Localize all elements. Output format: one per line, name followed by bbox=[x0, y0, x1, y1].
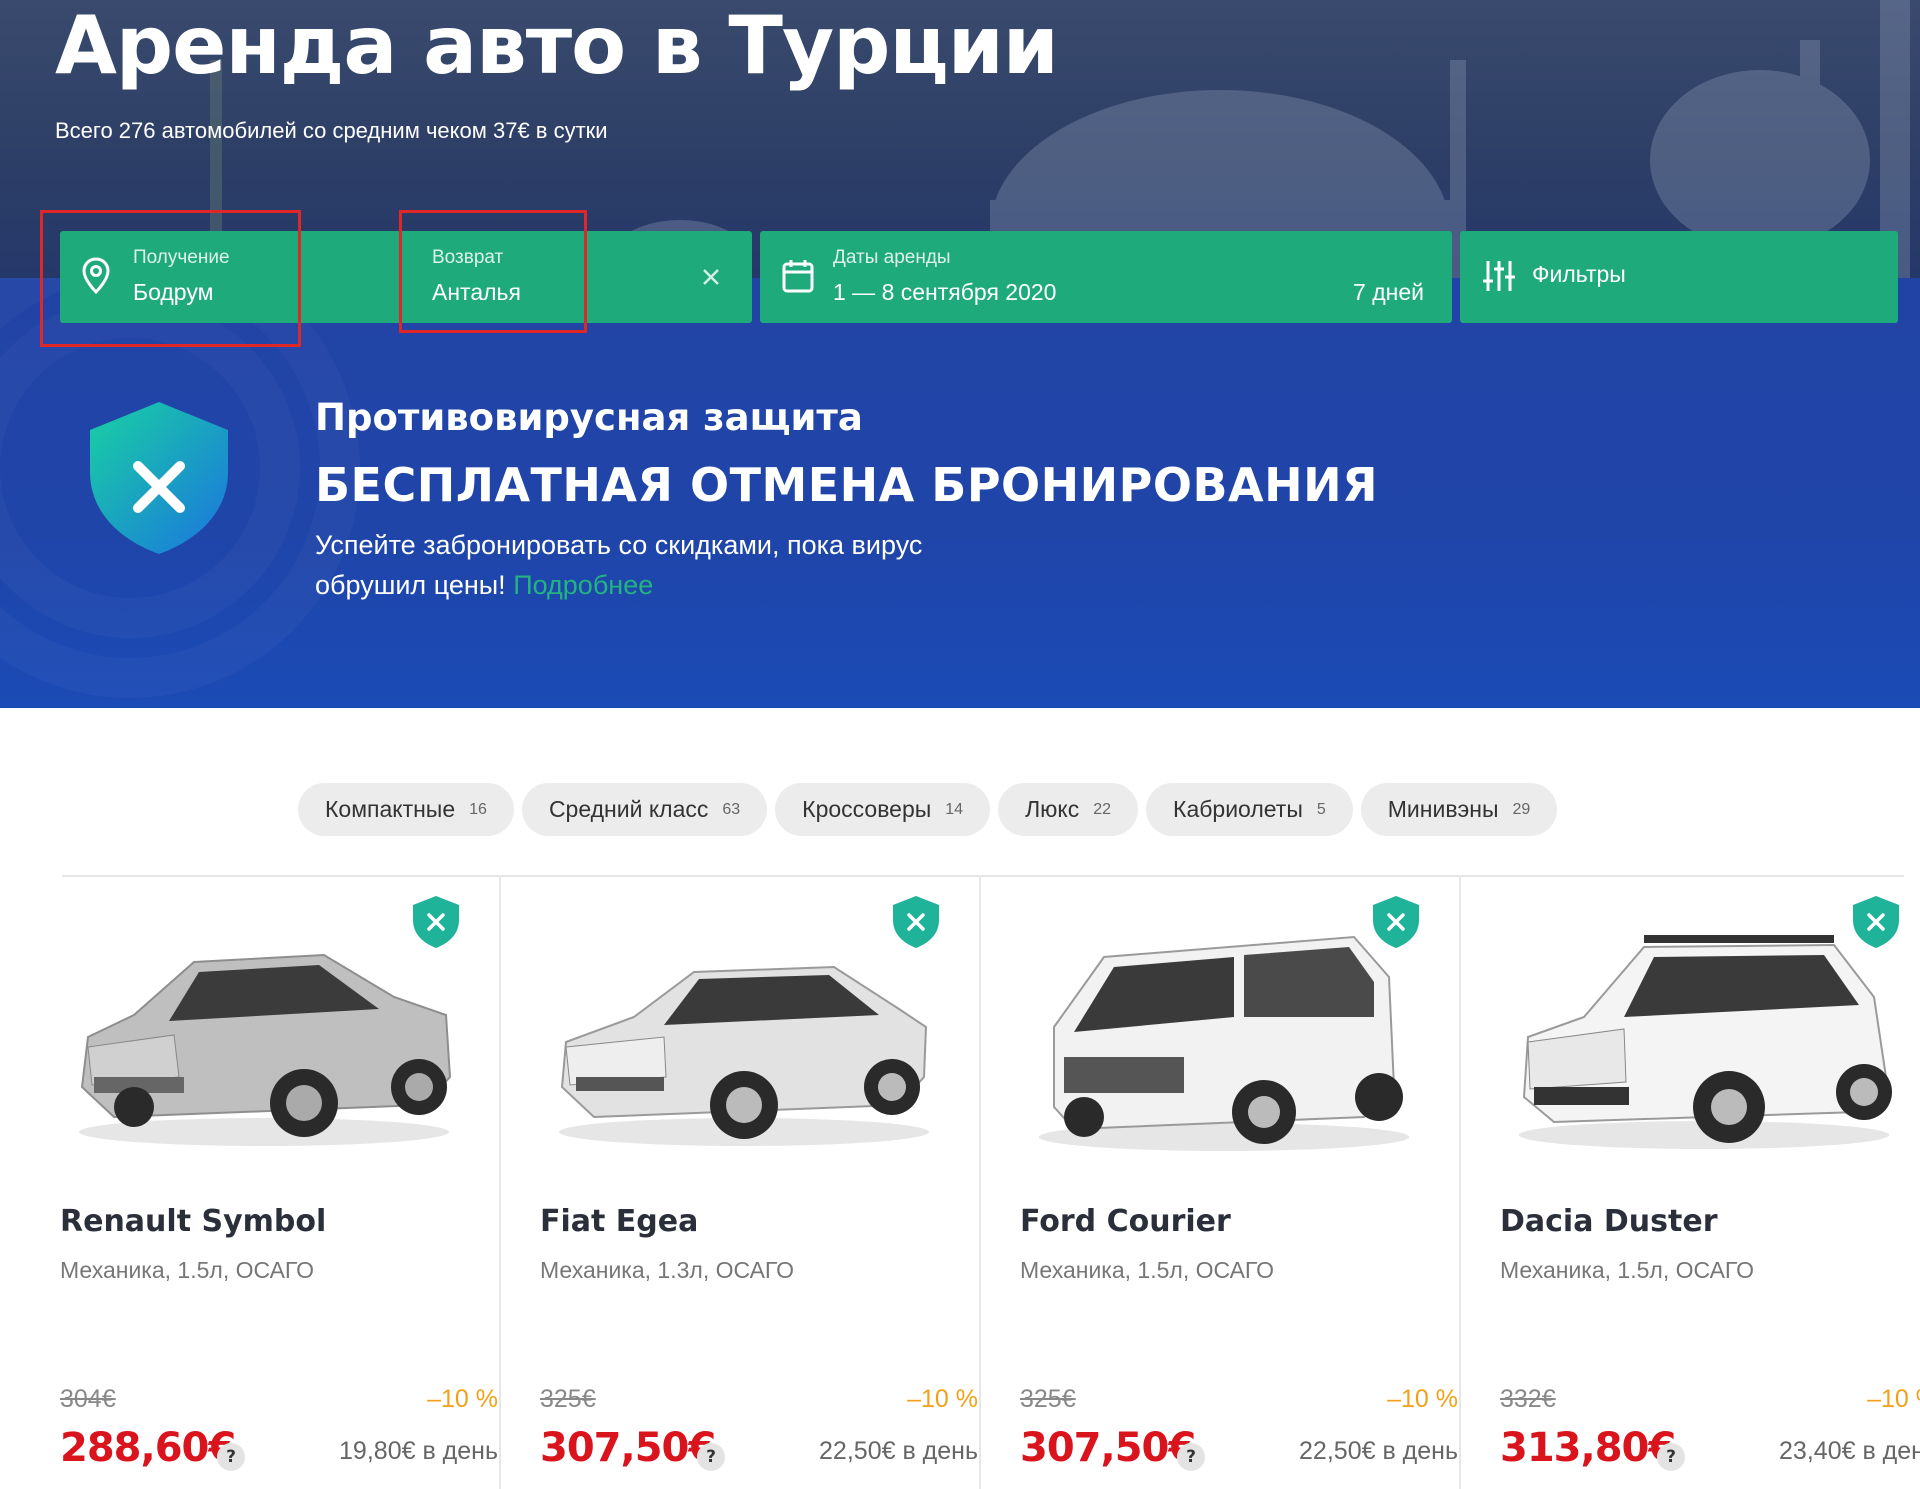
chip-count: 16 bbox=[469, 800, 487, 818]
car-spec: Механика, 1.5л, ОСАГО bbox=[1500, 1257, 1754, 1283]
category-chip-midsize[interactable]: Средний класс 63 bbox=[521, 783, 768, 836]
category-chip-compact[interactable]: Компактные 16 bbox=[298, 783, 514, 836]
old-price: 304€ bbox=[60, 1385, 116, 1413]
category-chip-minivan[interactable]: Минивэны 29 bbox=[1360, 783, 1558, 836]
car-image[interactable] bbox=[74, 917, 454, 1157]
price-per-day: 19,80€ в день bbox=[339, 1437, 498, 1465]
old-price: 332€ bbox=[1500, 1385, 1556, 1413]
category-chip-crossover[interactable]: Кроссоверы 14 bbox=[775, 783, 991, 836]
calendar-icon bbox=[782, 260, 814, 293]
page-title: Аренда авто в Турции bbox=[55, 0, 1059, 92]
car-image[interactable] bbox=[554, 917, 934, 1157]
car-spec: Механика, 1.5л, ОСАГО bbox=[60, 1257, 314, 1283]
car-card[interactable]: Dacia Duster Механика, 1.5л, ОСАГО 332€ … bbox=[1500, 877, 1920, 1489]
banner-text: Успейте забронировать со скидками, пока … bbox=[315, 525, 1035, 605]
chip-count: 5 bbox=[1316, 800, 1326, 818]
old-price: 325€ bbox=[1020, 1385, 1076, 1413]
chip-label: Минивэны bbox=[1387, 796, 1499, 822]
price-per-day: 22,50€ в день bbox=[819, 1437, 978, 1465]
dates-value: 1 — 8 сентября 2020 bbox=[833, 279, 1057, 305]
total-price: 307,50€ bbox=[540, 1425, 716, 1471]
chip-count: 29 bbox=[1512, 800, 1531, 818]
discount-badge: –10 % bbox=[427, 1385, 498, 1413]
total-price: 313,80€ bbox=[1500, 1425, 1676, 1471]
category-chip-convertible[interactable]: Кабриолеты 5 bbox=[1146, 783, 1353, 836]
total-price: 288,60€ bbox=[60, 1425, 236, 1471]
chip-count: 14 bbox=[945, 800, 964, 818]
filters-button[interactable]: Фильтры bbox=[1460, 231, 1898, 323]
shield-cancel-icon bbox=[90, 402, 228, 554]
car-spec: Механика, 1.3л, ОСАГО bbox=[540, 1257, 794, 1283]
car-image[interactable] bbox=[1034, 917, 1414, 1157]
chip-count: 63 bbox=[722, 800, 741, 818]
discount-badge: –10 % bbox=[907, 1385, 978, 1413]
pickup-highlight-box bbox=[40, 210, 301, 347]
chip-count: 22 bbox=[1093, 800, 1112, 818]
more-link[interactable]: Подробнее bbox=[513, 570, 653, 600]
dates-field[interactable]: Даты аренды 1 — 8 сентября 2020 7 дней bbox=[760, 231, 1452, 323]
return-highlight-box bbox=[399, 210, 587, 333]
car-image[interactable] bbox=[1514, 917, 1894, 1157]
filters-label: Фильтры bbox=[1532, 261, 1626, 287]
sliders-icon bbox=[1483, 261, 1515, 291]
price-per-day: 23,40€ в день bbox=[1779, 1437, 1920, 1465]
discount-badge: –10 % bbox=[1867, 1385, 1920, 1413]
category-filters: Компактные 16 Средний класс 63 Кроссоверы 1… bbox=[298, 783, 1558, 836]
car-name[interactable]: Dacia Duster bbox=[1500, 1204, 1718, 1239]
car-card[interactable]: Fiat Egea Механика, 1.3л, ОСАГО 325€ –10… bbox=[540, 877, 1020, 1489]
help-icon[interactable]: ? bbox=[1177, 1443, 1205, 1471]
banner-headline: БЕСПЛАТНАЯ ОТМЕНА БРОНИРОВАНИЯ bbox=[315, 458, 1379, 512]
category-chip-luxury[interactable]: Люкс 22 bbox=[998, 783, 1139, 836]
car-name[interactable]: Ford Courier bbox=[1020, 1204, 1231, 1239]
chip-label: Люкс bbox=[1025, 796, 1080, 822]
discount-badge: –10 % bbox=[1387, 1385, 1458, 1413]
chip-label: Кабриолеты bbox=[1173, 796, 1303, 822]
chip-label: Кроссоверы bbox=[802, 796, 932, 822]
car-name[interactable]: Fiat Egea bbox=[540, 1204, 698, 1239]
car-spec: Механика, 1.5л, ОСАГО bbox=[1020, 1257, 1274, 1283]
car-name[interactable]: Renault Symbol bbox=[60, 1204, 326, 1239]
banner-heading: Противовирусная защита bbox=[315, 396, 863, 439]
chip-label: Средний класс bbox=[548, 796, 709, 822]
close-icon[interactable] bbox=[702, 268, 720, 286]
help-icon[interactable]: ? bbox=[697, 1443, 725, 1471]
help-icon[interactable]: ? bbox=[1657, 1443, 1685, 1471]
car-card[interactable]: Ford Courier Механика, 1.5л, ОСАГО 325€ … bbox=[1020, 877, 1500, 1489]
dates-label: Даты аренды bbox=[833, 247, 951, 268]
chip-label: Компактные bbox=[325, 796, 456, 822]
total-price: 307,50€ bbox=[1020, 1425, 1196, 1471]
old-price: 325€ bbox=[540, 1385, 596, 1413]
car-card[interactable]: Renault Symbol Механика, 1.5л, ОСАГО 304… bbox=[60, 877, 540, 1489]
page-subtitle: Всего 276 автомобилей со средним чеком 3… bbox=[55, 118, 608, 143]
help-icon[interactable]: ? bbox=[217, 1443, 245, 1471]
price-per-day: 22,50€ в день bbox=[1299, 1437, 1458, 1465]
days-count: 7 дней bbox=[1353, 279, 1424, 305]
